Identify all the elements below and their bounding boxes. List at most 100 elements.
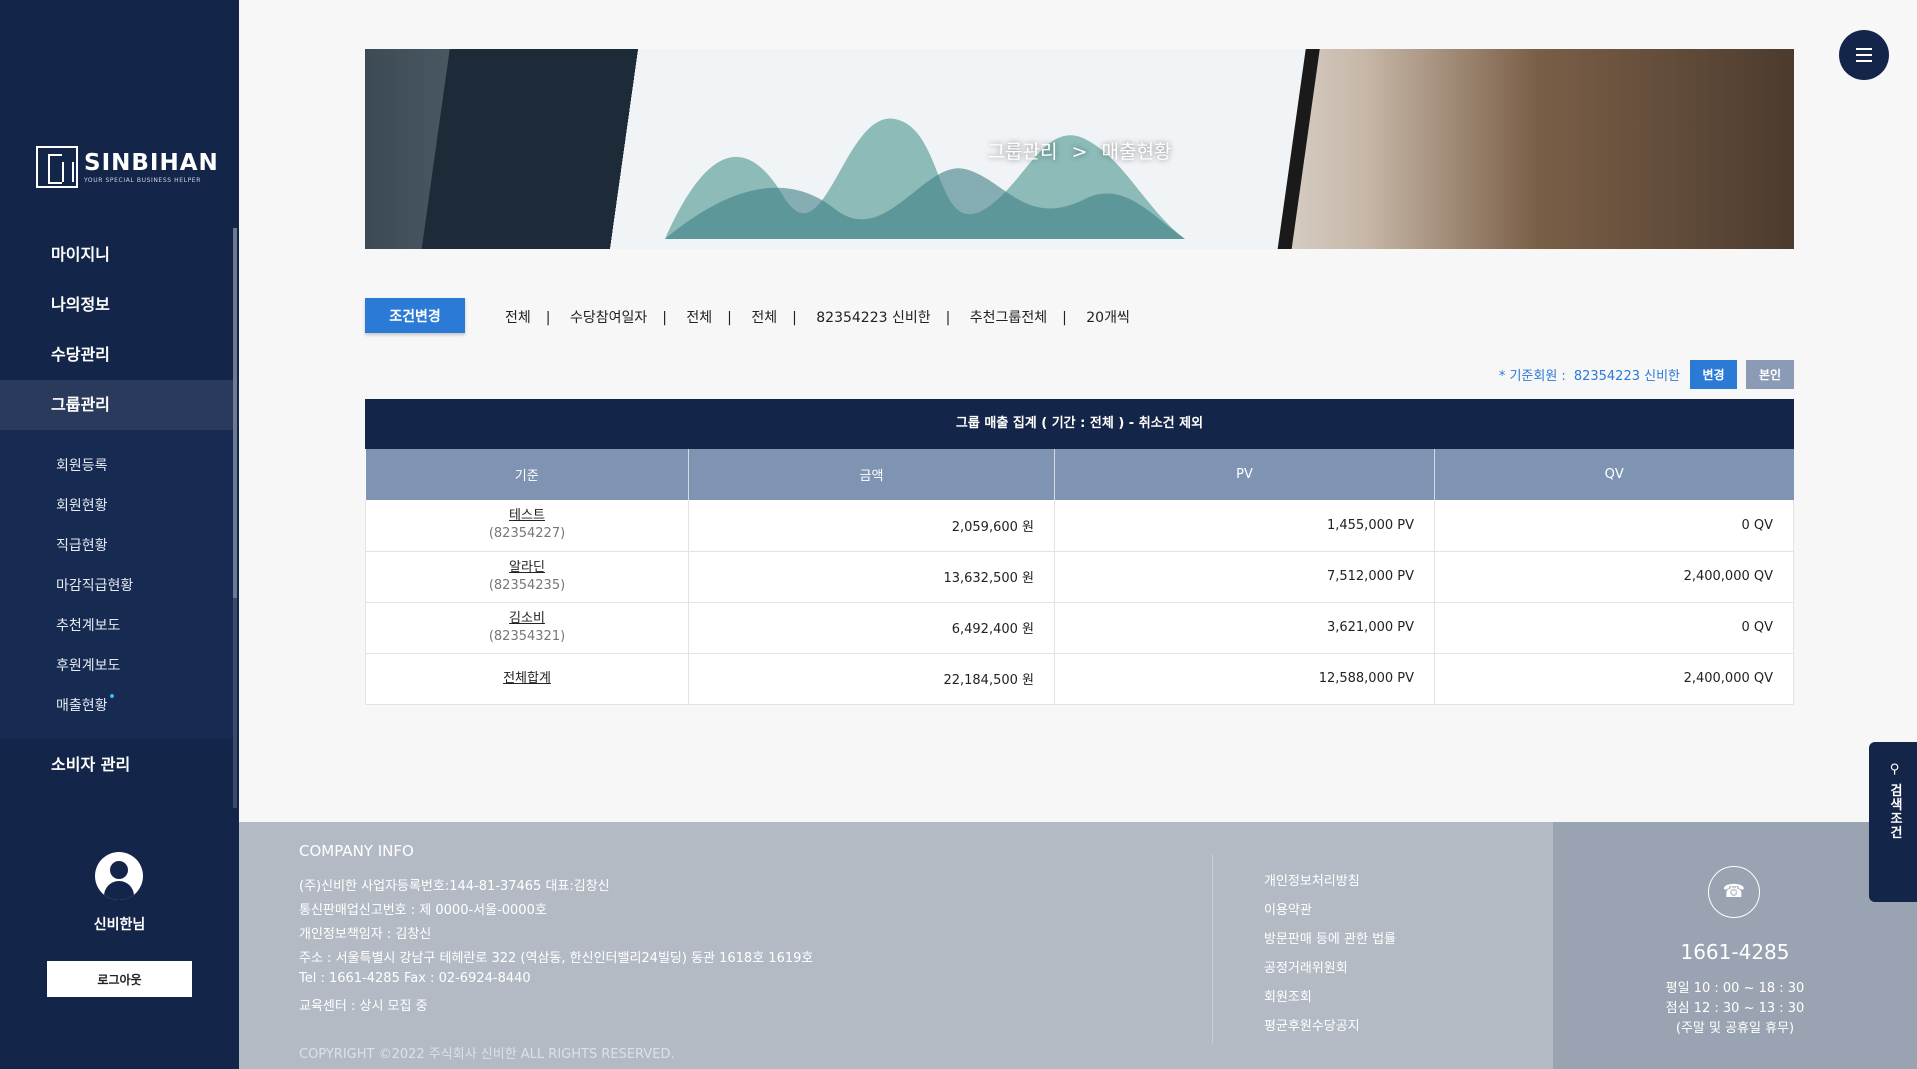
search-icon: ⚲ — [1887, 762, 1902, 784]
footer-link-ftc[interactable]: 공정거래위원회 — [1264, 957, 1348, 976]
column-header: QV — [1434, 449, 1794, 500]
menu-item-mygenie[interactable]: 마이지니 — [0, 230, 234, 280]
total-link[interactable]: 전체합계 — [366, 670, 688, 687]
search-condition-tab[interactable]: ⚲ 검색조건 — [1869, 742, 1917, 902]
footer-title: COMPANY INFO — [299, 842, 414, 860]
separator: | — [792, 310, 797, 326]
contact-panel: ☎ 1661-4285 평일 10 : 00 ~ 18 : 30 점심 12 :… — [1553, 822, 1917, 1069]
filter-item: 수당참여일자 — [569, 310, 648, 326]
submenu-item-sales[interactable]: 매출현황 — [56, 694, 114, 715]
filter-item: 82354223 신비한 — [816, 310, 931, 326]
total-qv-cell: 2,400,000 QV — [1434, 653, 1794, 705]
base-member-row: * 기준회원 : 82354223 신비한 변경 본인 — [1499, 360, 1794, 389]
phone-icon: ☎ — [1708, 866, 1760, 918]
member-link[interactable]: 테스트 — [366, 507, 688, 524]
submenu-item-members[interactable]: 회원현황 — [56, 495, 108, 515]
column-header: 금액 — [688, 449, 1055, 500]
contact-hours: (주말 및 공휴일 휴무) — [1675, 1021, 1795, 1036]
table-row: 알라딘 (82354235) 13,632,500 원 7,512,000 PV … — [365, 551, 1794, 603]
brand-name: SINBIHAN — [84, 149, 219, 176]
menu-item-group[interactable]: 그룹관리 — [0, 380, 234, 430]
pv-cell: 3,621,000 PV — [1054, 602, 1435, 654]
total-amount-cell: 22,184,500 원 — [688, 653, 1055, 705]
contact-phone: 1661-4285 — [1680, 940, 1790, 964]
chevron-right-icon: > — [1071, 141, 1088, 163]
separator: | — [662, 310, 667, 326]
footer-link-allowance-notice[interactable]: 평균후원수당공지 — [1264, 1015, 1360, 1034]
submenu-item-ranks[interactable]: 직급현황 — [56, 535, 108, 555]
footer-divider — [1212, 854, 1213, 1044]
active-dot — [109, 694, 114, 698]
footer: COMPANY INFO (주)신비한 사업자등록번호:144-81-37465… — [239, 822, 1553, 1069]
submenu-item-referral-tree[interactable]: 추천계보도 — [56, 615, 120, 635]
banner-chart-image — [665, 118, 1185, 239]
breadcrumb-section: 그룹관리 — [987, 141, 1058, 163]
qv-cell: 0 QV — [1434, 602, 1794, 654]
footer-line: 교육센터 : 상시 모집 중 — [299, 999, 428, 1014]
filter-summary: 전체 | 수당참여일자 | 전체 | 전체 | 82354223 신비한 | 추천그룹전체… — [505, 307, 1130, 327]
filter-item: 전체 — [751, 310, 778, 326]
sales-summary-table: 그룹 매출 집계 ( 기간 : 전체 ) - 취소건 제외 기준 금액 PV Q… — [365, 399, 1794, 705]
table-title: 그룹 매출 집계 ( 기간 : 전체 ) - 취소건 제외 — [365, 399, 1794, 449]
change-member-button[interactable]: 변경 — [1690, 360, 1737, 389]
contact-hours: 점심 12 : 30 ~ 13 : 30 — [1665, 1001, 1805, 1016]
self-member-button[interactable]: 본인 — [1746, 360, 1794, 389]
breadcrumb: 그룹관리 > 매출현황 — [365, 137, 1794, 164]
brand-logo[interactable]: SINBIHAN YOUR SPECIAL BUSINESS HELPER — [36, 146, 219, 188]
footer-link-law[interactable]: 방문판매 등에 관한 법률 — [1264, 928, 1396, 947]
member-link[interactable]: 알라딘 — [366, 559, 688, 576]
hamburger-icon[interactable] — [1839, 30, 1889, 80]
footer-link-terms[interactable]: 이용약관 — [1264, 899, 1312, 918]
username: 신비한님 — [93, 917, 146, 933]
qv-cell: 0 QV — [1434, 500, 1794, 552]
copyright: COPYRIGHT ©2022 주식회사 신비한 ALL RIGHTS RESE… — [299, 1047, 675, 1062]
submenu-item-closing-ranks[interactable]: 마감직급현황 — [56, 575, 133, 595]
search-tab-label: 검색조건 — [1887, 783, 1902, 840]
base-member-value: 82354223 신비한 — [1573, 369, 1680, 384]
footer-link-privacy[interactable]: 개인정보처리방침 — [1264, 870, 1360, 889]
contact-hours: 평일 10 : 00 ~ 18 : 30 — [1665, 981, 1805, 996]
base-member-label: * 기준회원 : — [1498, 369, 1566, 384]
footer-line: 통신판매업신고번호 : 제 0000-서울-0000호 — [299, 903, 547, 918]
logout-button[interactable]: 로그아웃 — [47, 961, 192, 997]
member-link[interactable]: 김소비 — [366, 610, 688, 627]
table-row: 테스트 (82354227) 2,059,600 원 1,455,000 PV 0… — [365, 500, 1794, 552]
footer-line: (주)신비한 사업자등록번호:144-81-37465 대표:김창신 — [299, 879, 610, 894]
column-header: PV — [1054, 449, 1435, 500]
filter-item: 전체 — [505, 310, 531, 326]
separator: | — [545, 310, 551, 326]
logo-mark-icon — [36, 146, 78, 188]
change-condition-button[interactable]: 조건변경 — [365, 298, 465, 333]
sidebar-scroll-thumb[interactable] — [233, 228, 237, 598]
table-row: 김소비 (82354321) 6,492,400 원 3,621,000 PV 0… — [365, 602, 1794, 654]
filter-item: 20개씩 — [1086, 310, 1130, 326]
footer-line: 주소 : 서울특별시 강남구 테헤란로 322 (역삼동, 한신인터밸리24빌딩… — [299, 951, 814, 966]
qv-cell: 2,400,000 QV — [1434, 551, 1794, 603]
table-total-row: 전체합계 22,184,500 원 12,588,000 PV 2,400,00… — [365, 653, 1794, 705]
menu-item-consumer[interactable]: 소비자 관리 — [0, 740, 234, 790]
separator: | — [727, 310, 732, 326]
breadcrumb-page: 매출현황 — [1101, 141, 1172, 163]
amount-cell: 13,632,500 원 — [688, 551, 1055, 603]
menu-item-myinfo[interactable]: 나의정보 — [0, 280, 234, 330]
member-id: (82354321) — [488, 628, 566, 644]
menu-item-allowance[interactable]: 수당관리 — [0, 330, 234, 380]
submenu-item-register[interactable]: 회원등록 — [56, 455, 108, 475]
pv-cell: 1,455,000 PV — [1054, 500, 1435, 552]
pv-cell: 7,512,000 PV — [1054, 551, 1435, 603]
member-id: (82354235) — [488, 577, 566, 593]
filter-item: 전체 — [686, 310, 713, 326]
footer-link-member-lookup[interactable]: 회원조회 — [1264, 986, 1312, 1005]
submenu-item-sponsor-tree[interactable]: 후원계보도 — [56, 655, 120, 675]
footer-line: 개인정보책임자 : 김창신 — [299, 927, 432, 942]
footer-line: Tel : 1661-4285 Fax : 02-6924-8440 — [299, 971, 531, 986]
brand-tagline: YOUR SPECIAL BUSINESS HELPER — [84, 176, 201, 184]
filter-item: 추천그룹전체 — [969, 310, 1048, 326]
user-icon — [95, 852, 143, 900]
separator: | — [1062, 310, 1067, 326]
member-id: (82354227) — [488, 526, 566, 542]
sidebar: SINBIHAN YOUR SPECIAL BUSINESS HELPER 마이… — [0, 0, 239, 1069]
amount-cell: 6,492,400 원 — [688, 602, 1055, 654]
column-header: 기준 — [365, 449, 689, 500]
separator: | — [945, 310, 951, 326]
